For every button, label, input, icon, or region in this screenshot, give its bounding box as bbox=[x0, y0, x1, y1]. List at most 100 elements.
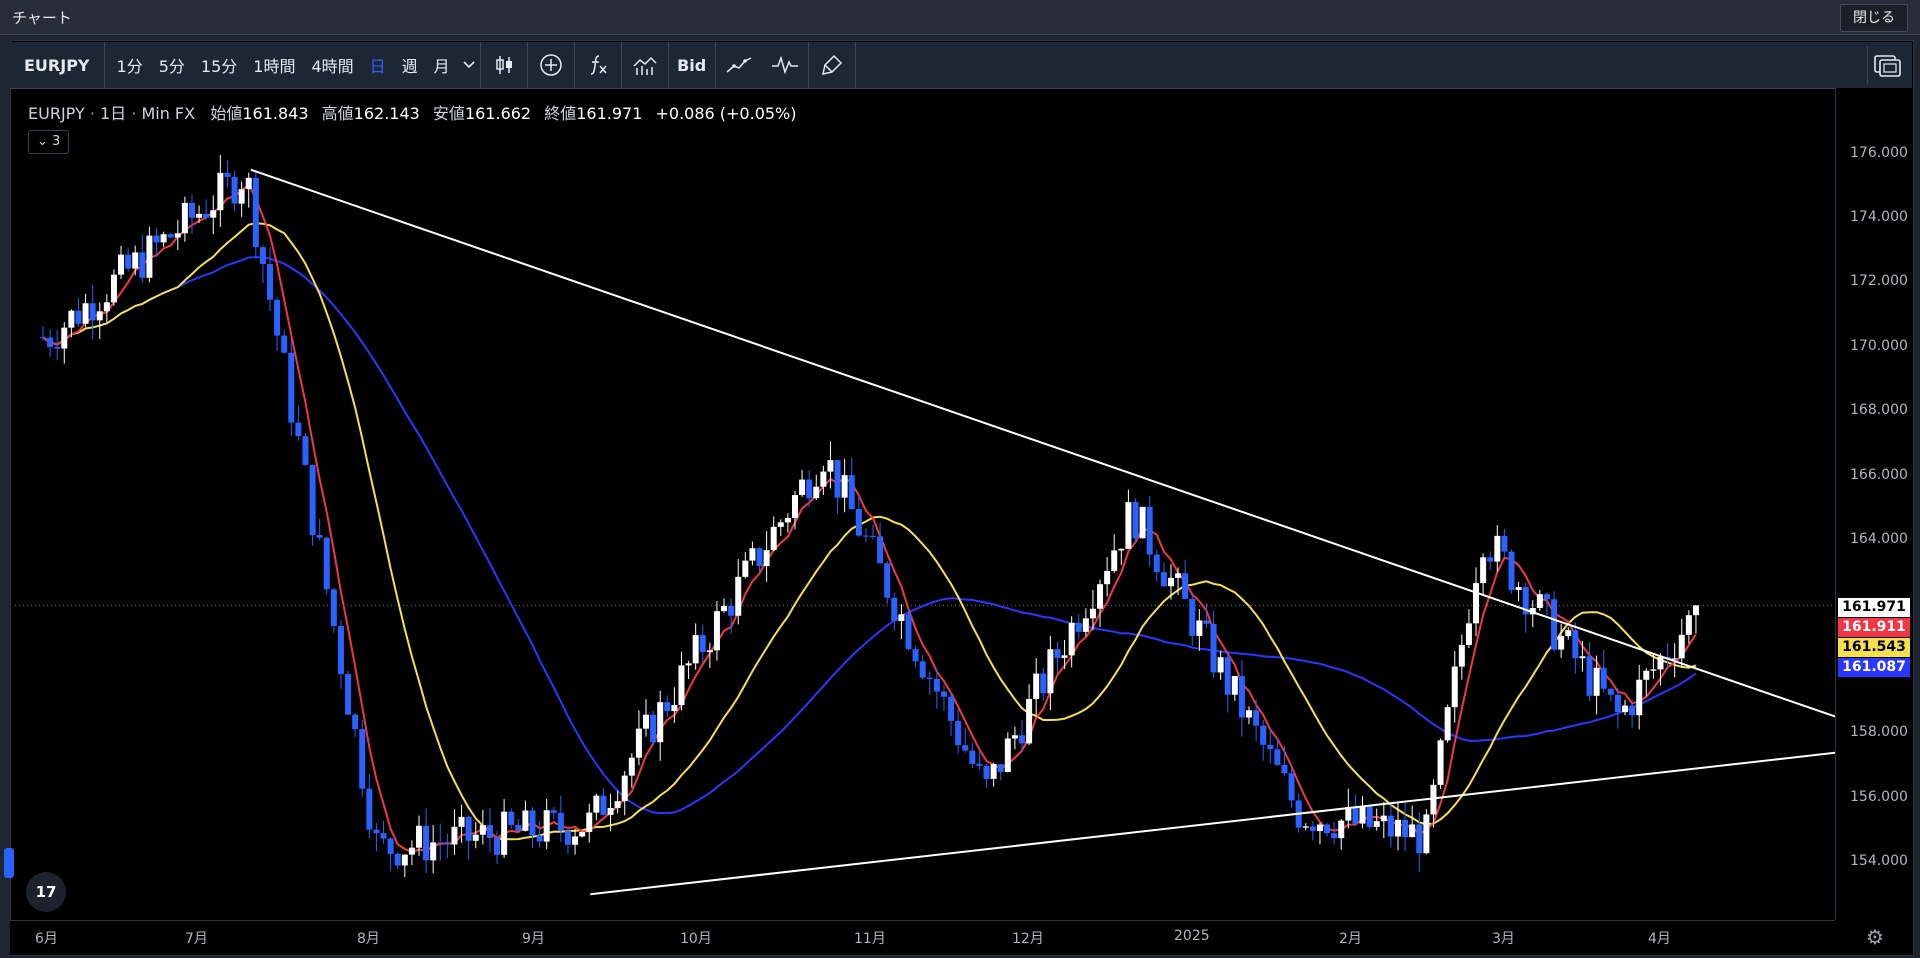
candlestick-icon[interactable] bbox=[481, 42, 527, 88]
symbol-button[interactable]: EURJPY bbox=[10, 42, 105, 88]
interval-1h[interactable]: 1時間 bbox=[245, 42, 303, 88]
candle-body bbox=[1004, 738, 1011, 772]
legend-interval: 1日 bbox=[100, 104, 127, 123]
trendline bbox=[250, 168, 1835, 718]
interval-1m[interactable]: 1分 bbox=[105, 42, 151, 88]
candle-body bbox=[245, 177, 252, 190]
candle-body bbox=[1678, 634, 1685, 659]
candle-body bbox=[1380, 815, 1387, 822]
candle-body bbox=[1167, 577, 1174, 587]
candle-body bbox=[1458, 644, 1465, 667]
legend-change: +0.086 (+0.05%) bbox=[655, 104, 797, 123]
pulse-icon[interactable] bbox=[762, 42, 808, 88]
brush-icon[interactable] bbox=[809, 42, 855, 88]
candle-body bbox=[508, 811, 515, 825]
candle-body bbox=[210, 210, 217, 218]
candle-body bbox=[1607, 688, 1614, 695]
interval-1mo[interactable]: 月 bbox=[426, 42, 458, 88]
candle-body bbox=[259, 247, 266, 265]
candle-body bbox=[1082, 618, 1089, 632]
price-badge: 161.543 bbox=[1838, 638, 1910, 657]
candle-body bbox=[749, 548, 756, 561]
candle-body bbox=[1650, 669, 1657, 671]
chart-toolbar: EURJPY 1分 5分 15分 1時間 4時間 日 週 月 Bid bbox=[10, 42, 1912, 89]
candle-body bbox=[1338, 820, 1345, 839]
candle-body bbox=[1040, 673, 1047, 694]
gear-icon[interactable]: ⚙ bbox=[1860, 922, 1890, 952]
fx-indicator-icon[interactable] bbox=[575, 42, 621, 88]
candle-body bbox=[430, 842, 437, 861]
candle-body bbox=[1614, 694, 1621, 713]
chevron-down-icon[interactable] bbox=[458, 42, 480, 88]
candle-body bbox=[948, 696, 955, 721]
candle-body bbox=[1643, 670, 1650, 680]
candle-body bbox=[976, 763, 983, 766]
legend-open-value: 161.843 bbox=[242, 104, 309, 123]
candle-body bbox=[536, 835, 543, 842]
candle-body bbox=[742, 560, 749, 577]
tradingview-logo[interactable]: 17 bbox=[26, 872, 66, 912]
candle-body bbox=[1692, 605, 1699, 616]
side-panel-handle[interactable] bbox=[4, 848, 14, 878]
candle-body bbox=[515, 824, 522, 831]
legend-high-label: 高値 bbox=[321, 104, 354, 123]
candle-body bbox=[160, 234, 167, 243]
candle-body bbox=[529, 810, 536, 836]
candle-body bbox=[302, 436, 309, 465]
candle-body bbox=[139, 252, 146, 278]
candle-body bbox=[1160, 572, 1167, 587]
interval-1w[interactable]: 週 bbox=[394, 42, 426, 88]
candle-body bbox=[784, 518, 791, 523]
bid-button[interactable]: Bid bbox=[669, 42, 715, 88]
candle-body bbox=[564, 830, 571, 845]
time-axis[interactable] bbox=[10, 920, 1835, 955]
price-badge: 161.087 bbox=[1838, 658, 1910, 677]
candle-body bbox=[224, 172, 231, 177]
candle-body bbox=[47, 337, 54, 347]
candle-body bbox=[415, 825, 422, 848]
bar-compare-icon[interactable] bbox=[622, 42, 668, 88]
candle-body bbox=[1373, 821, 1380, 827]
interval-15m[interactable]: 15分 bbox=[193, 42, 245, 88]
candle-body bbox=[1451, 666, 1458, 708]
candle-body bbox=[1387, 815, 1394, 837]
candle-body bbox=[1175, 573, 1182, 578]
indicator-count: 3 bbox=[52, 134, 61, 149]
interval-5m[interactable]: 5分 bbox=[151, 42, 193, 88]
indicator-toggle[interactable]: ⌄ 3 bbox=[28, 130, 70, 154]
plus-circle-icon[interactable] bbox=[528, 42, 574, 88]
candle-body bbox=[990, 764, 997, 779]
price-chart[interactable] bbox=[15, 88, 1835, 920]
window-title-bar: チャート 閉じる bbox=[0, 0, 1920, 35]
candle-body bbox=[274, 299, 281, 336]
candle-body bbox=[1430, 784, 1437, 815]
candle-body bbox=[926, 677, 933, 679]
candle-body bbox=[146, 235, 153, 278]
candle-body bbox=[408, 847, 415, 855]
candle-body bbox=[1260, 725, 1267, 745]
candle-body bbox=[650, 714, 657, 743]
time-axis-label: 2月 bbox=[1339, 931, 1362, 947]
candle-body bbox=[373, 829, 380, 834]
candle-body bbox=[685, 663, 692, 666]
interval-1d[interactable]: 日 bbox=[362, 42, 394, 88]
candle-body bbox=[153, 235, 160, 243]
candle-body bbox=[458, 816, 465, 827]
candle-body bbox=[203, 213, 210, 218]
candle-body bbox=[763, 550, 770, 567]
candle-body bbox=[1125, 502, 1132, 549]
candle-body bbox=[657, 702, 664, 743]
candle-body bbox=[884, 563, 891, 598]
close-button[interactable]: 閉じる bbox=[1840, 4, 1908, 32]
interval-4h[interactable]: 4時間 bbox=[303, 42, 361, 88]
layout-icon[interactable] bbox=[1867, 46, 1906, 84]
candle-body bbox=[380, 833, 387, 839]
candle-body bbox=[309, 464, 316, 536]
candle-body bbox=[1075, 622, 1082, 632]
ma-fast-line bbox=[42, 182, 1697, 854]
time-axis-label: 10月 bbox=[680, 931, 712, 947]
trendline-icon[interactable] bbox=[716, 42, 762, 88]
candle-body bbox=[288, 352, 295, 423]
candle-body bbox=[543, 810, 550, 842]
window-title: チャート bbox=[12, 9, 72, 27]
